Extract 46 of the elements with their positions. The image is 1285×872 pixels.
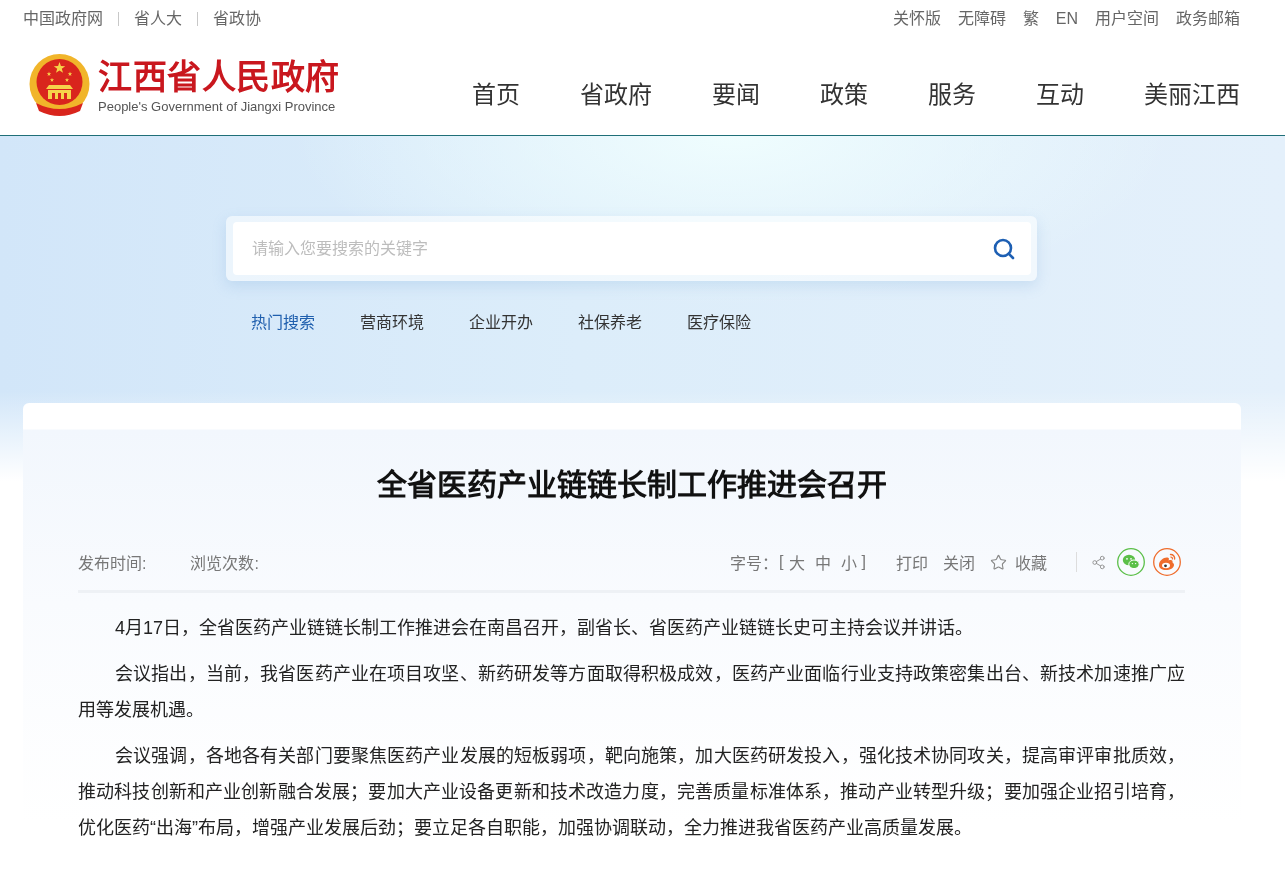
meta-label: 浏览次数: [190,554,259,574]
font-size-option[interactable]: 中 [814,550,831,574]
star-icon [990,553,1007,571]
favorite-button[interactable]: 收藏 [990,550,1047,574]
font-size-option[interactable]: 大 [788,550,805,574]
top-link[interactable]: 繁 [1022,9,1039,29]
search-button[interactable] [992,237,1016,261]
search-field[interactable]: 请输入您要搜索的关键字 [233,222,1031,275]
search-icon [992,237,1016,261]
open-bracket: [ [779,553,784,571]
top-link[interactable]: 用户空间 [1095,9,1159,29]
top-link[interactable]: 政务邮箱 [1176,9,1240,29]
share-icon[interactable] [1091,554,1106,570]
article-paragraph: 会议指出，当前，我省医药产业在项目攻坚、新药研发等方面取得积极成效，医药产业面临行业支持政策密集出台、新技术加速推广应用等发展机遇。 [78,663,1185,722]
top-link[interactable]: 关怀版 [892,9,941,29]
meta-label: 发布时间: [78,554,147,574]
article-action-link[interactable]: 关闭 [943,550,975,574]
hot-search-label: 热门搜索 [251,313,315,333]
nav-item[interactable]: 互动 [1036,79,1084,110]
nav-item[interactable]: 省政府 [580,79,652,110]
font-size-label: 字号： [730,554,779,574]
article-paragraph: 4月17日，全省医药产业链链长制工作推进会在南昌召开，副省长、省医药产业链链长史可主持会议并讲话。 [114,617,975,640]
close-bracket: ] [861,553,866,571]
nav-item[interactable]: 政策 [820,79,868,110]
top-link[interactable]: 省政协 [213,9,261,29]
top-link[interactable]: 无障碍 [957,9,1006,29]
nav-item[interactable]: 美丽江西 [1144,79,1240,110]
hot-search-link[interactable]: 营商环境 [360,313,424,333]
article-title: 全省医药产业链链长制工作推进会召开 [375,467,888,503]
article-action-link[interactable]: 打印 [896,550,928,574]
nav-item[interactable]: 服务 [928,79,976,110]
font-size-option[interactable]: 小 [840,550,857,574]
eye-swirl-icon[interactable] [1153,548,1181,576]
article-paragraph: 会议强调，各地各有关部门要聚焦医药产业发展的短板弱项，靶向施策，加大医药研发投入，强化技术协同攻关，提高审评审批质效，推动科技创新和产业创新融合发展；要加大产业设备更新和技术改造力度，完善质量标准体系，推动产业转型升级；要加强企业招引培育，优化医药“出海”布局，增强产业发展后劲；要立足各自职能，加强协调联动，全力推进我省医药产业高质量发展。 [78,745,1185,840]
top-link[interactable]: 中国政府网 [23,9,103,29]
top-link[interactable]: EN [1055,9,1078,29]
site-subtitle: People's Government of Jiangxi Province [98,98,336,115]
emblem-icon[interactable] [28,52,91,119]
chat-bubbles-icon[interactable] [1117,548,1145,576]
nav-item[interactable]: 要闻 [712,79,760,110]
hot-search-link[interactable]: 企业开办 [469,313,533,333]
nav-item[interactable]: 首页 [472,79,520,110]
top-link[interactable]: 省人大 [134,9,182,29]
site-title[interactable]: 江西省人民政府 [98,56,340,97]
hot-search-link[interactable]: 医疗保险 [687,313,751,333]
hot-search-link[interactable]: 社保养老 [578,313,642,333]
